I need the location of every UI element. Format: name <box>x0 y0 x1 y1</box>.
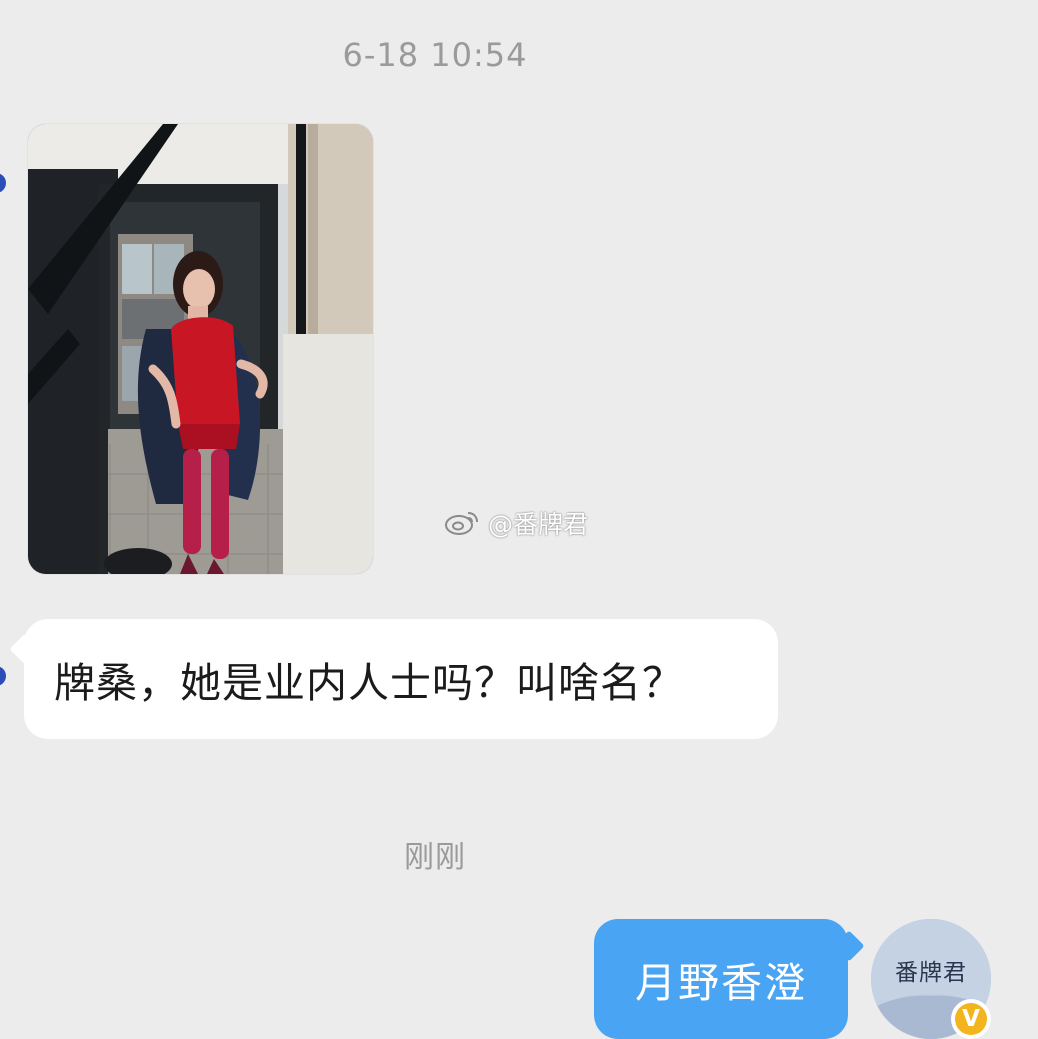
incoming-message-text: 牌桑，她是业内人士吗？叫啥名？ <box>54 659 684 707</box>
sender-avatar-edge[interactable] <box>0 666 6 686</box>
outgoing-message-bubble[interactable]: 月野香澄 <box>594 919 848 1039</box>
message-timestamp: 刚刚 <box>404 840 466 875</box>
chat-screen: 6-18 10:54 @番牌君 牌桑，她是业内人士吗？叫啥名？ 刚刚 月野香澄 … <box>0 0 1038 1039</box>
message-photo <box>28 124 373 574</box>
verified-badge: V <box>951 999 991 1039</box>
message-timestamp: 6-18 10:54 <box>342 36 528 74</box>
incoming-image-message[interactable] <box>28 124 373 574</box>
sender-avatar-edge[interactable] <box>0 173 6 193</box>
weibo-icon <box>445 512 478 535</box>
verified-v-icon: V <box>955 1003 987 1035</box>
watermark-text: @番牌君 <box>488 510 589 539</box>
avatar-text: 番牌君 <box>895 960 967 986</box>
incoming-message-bubble[interactable]: 牌桑，她是业内人士吗？叫啥名？ <box>24 619 778 739</box>
watermark: @番牌君 <box>444 505 588 541</box>
outgoing-message-text: 月野香澄 <box>635 959 807 1007</box>
